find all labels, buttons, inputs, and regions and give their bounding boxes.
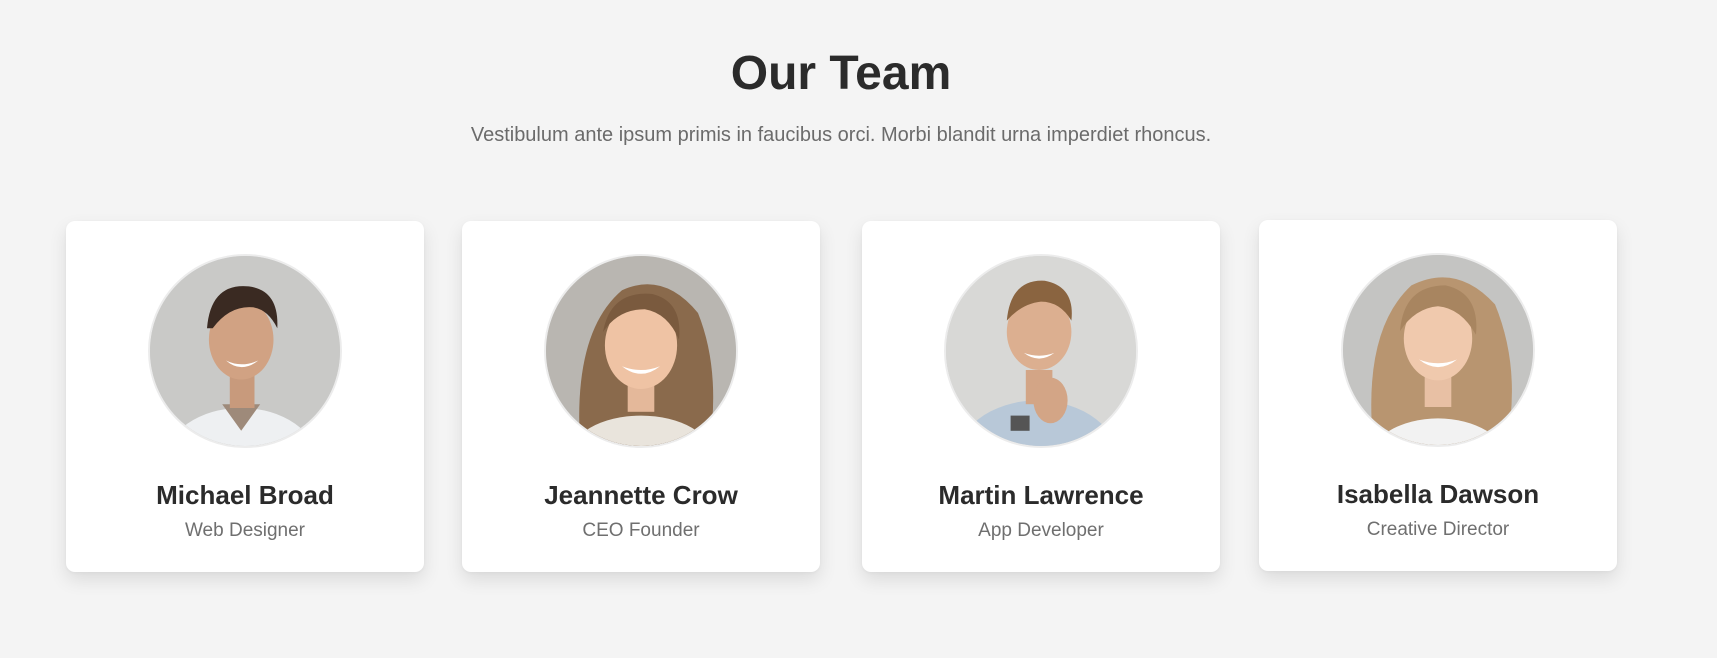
- member-role: Creative Director: [1366, 519, 1510, 540]
- section-subtitle: Vestibulum ante ipsum primis in faucibus…: [470, 124, 1212, 146]
- team-card: Martin Lawrence App Developer: [862, 221, 1220, 572]
- member-name: Martin Lawrence: [938, 480, 1144, 510]
- member-name: Jeannette Crow: [544, 480, 738, 510]
- team-card: Jeannette Crow CEO Founder: [462, 221, 820, 572]
- member-role: CEO Founder: [582, 520, 700, 541]
- person-portrait-icon: [546, 256, 736, 446]
- member-role: App Developer: [978, 520, 1104, 541]
- member-photo: [1341, 253, 1535, 447]
- team-card: Michael Broad Web Designer: [66, 221, 424, 572]
- team-section: Our Team Vestibulum ante ipsum primis in…: [0, 0, 1717, 658]
- section-title: Our Team: [730, 47, 952, 100]
- member-photo: [544, 254, 738, 448]
- member-photo: [148, 254, 342, 448]
- member-photo: [944, 254, 1138, 448]
- member-name: Michael Broad: [156, 480, 334, 510]
- person-portrait-icon: [946, 256, 1136, 446]
- person-portrait-icon: [150, 256, 340, 446]
- person-portrait-icon: [1343, 255, 1533, 445]
- member-role: Web Designer: [184, 520, 306, 541]
- team-card: Isabella Dawson Creative Director: [1259, 220, 1617, 571]
- member-name: Isabella Dawson: [1336, 479, 1540, 509]
